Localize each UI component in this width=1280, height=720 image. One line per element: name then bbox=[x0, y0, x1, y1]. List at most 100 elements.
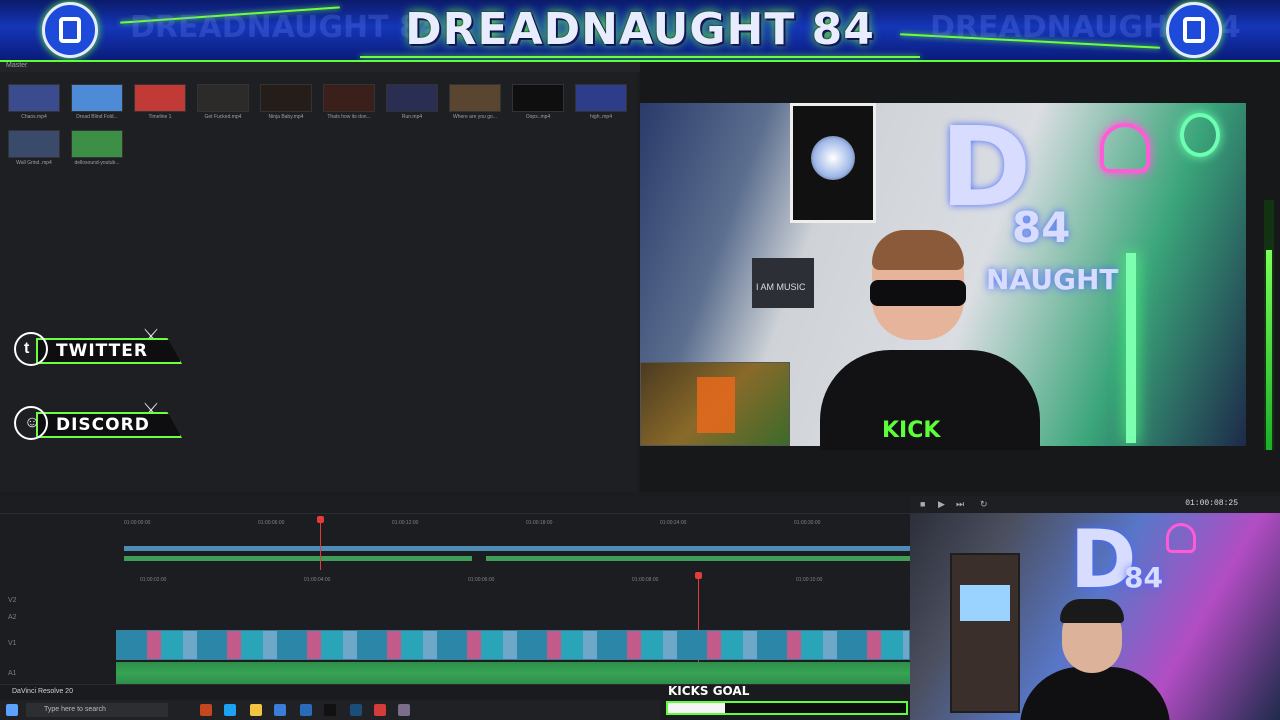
clip-name: Get Fucked.mp4 bbox=[204, 114, 242, 120]
discord-overlay: ⚔ ☺ DISCORD bbox=[14, 400, 194, 442]
clip-thumbnail[interactable] bbox=[197, 84, 249, 112]
neon-headset-icon bbox=[1100, 123, 1150, 173]
media-clip[interactable]: Chaos.mp4 bbox=[8, 84, 60, 120]
audio-level-meter bbox=[1264, 200, 1274, 450]
browser-icon[interactable] bbox=[224, 704, 236, 716]
ruler-tick-label: 01:00:04:00 bbox=[304, 577, 331, 583]
clip-name: Oops..mp4 bbox=[525, 114, 551, 120]
neon-headset-icon bbox=[1166, 523, 1196, 553]
obs-icon[interactable] bbox=[374, 704, 386, 716]
clip-thumbnail[interactable] bbox=[575, 84, 627, 112]
stream-layout: DREADNAUGHT 84 DREADNAUGHT 84 DREADNAUGH… bbox=[0, 0, 1280, 720]
track-label-v2: V2 bbox=[8, 597, 17, 604]
discord-label: DISCORD bbox=[56, 415, 150, 435]
wall-poster bbox=[790, 103, 876, 223]
clip-thumbnail[interactable] bbox=[8, 130, 60, 158]
steam-icon[interactable] bbox=[350, 704, 362, 716]
video-clip-track[interactable] bbox=[116, 630, 910, 660]
game-pip-feed bbox=[640, 362, 790, 446]
media-clip[interactable]: Where are you go... bbox=[449, 84, 501, 120]
track-label-a1: A1 bbox=[8, 670, 17, 677]
overview-playhead[interactable] bbox=[317, 516, 324, 570]
store-icon[interactable] bbox=[274, 704, 286, 716]
resolve-page-bar: DaVinci Resolve 20 bbox=[0, 684, 910, 700]
clip-thumbnail[interactable] bbox=[71, 130, 123, 158]
bin-master-label[interactable]: Master bbox=[6, 62, 27, 69]
clip-thumbnail[interactable] bbox=[260, 84, 312, 112]
clip-name: high..mp4 bbox=[590, 114, 612, 120]
media-clip[interactable]: high..mp4 bbox=[575, 84, 627, 120]
track-label-a2: A2 bbox=[8, 614, 17, 621]
shirt-logo: KICK bbox=[882, 418, 941, 443]
media-clip[interactable]: Dread Blind Fold... bbox=[71, 84, 123, 120]
streamer-figure: KICK bbox=[820, 230, 1040, 450]
channel-logo-icon bbox=[1166, 2, 1222, 58]
folder-icon[interactable] bbox=[250, 704, 262, 716]
media-clip[interactable]: Oops..mp4 bbox=[512, 84, 564, 120]
music-sign: I AM MUSIC bbox=[752, 258, 814, 308]
clip-thumbnail[interactable] bbox=[386, 84, 438, 112]
discord-icon: ☺ bbox=[14, 406, 48, 440]
clip-name: Chaos.mp4 bbox=[21, 114, 47, 120]
skip-end-icon[interactable]: ⏭ bbox=[956, 499, 964, 510]
clip-thumbnail[interactable] bbox=[323, 84, 375, 112]
stop-icon[interactable]: ■ bbox=[920, 499, 925, 509]
wall-neon-number: 84 bbox=[1124, 561, 1163, 594]
clip-thumbnail[interactable] bbox=[134, 84, 186, 112]
twitter-label: TWITTER bbox=[56, 341, 148, 361]
clip-name: Run.mp4 bbox=[401, 114, 423, 120]
overview-audio-track[interactable] bbox=[124, 556, 472, 561]
app-icon[interactable] bbox=[200, 704, 212, 716]
ruler-tick-label: 01:00:00:00 bbox=[124, 520, 151, 526]
ruler-tick-label: 01:00:10:00 bbox=[796, 577, 823, 583]
play-icon[interactable]: ▶ bbox=[938, 499, 945, 510]
windows-taskbar: Type here to search bbox=[0, 700, 660, 720]
ruler-tick-label: 01:00:02:00 bbox=[140, 577, 167, 583]
goal-label: KICKS GOAL bbox=[668, 684, 750, 698]
twitter-bird-icon: t bbox=[14, 332, 48, 366]
clip-thumbnail[interactable] bbox=[8, 84, 60, 112]
secondary-webcam-feed: D 84 bbox=[910, 513, 1280, 720]
clip-name: Thats how its don... bbox=[327, 114, 371, 120]
ruler-tick-label: 01:00:06:00 bbox=[468, 577, 495, 583]
clip-name: Timeline 1 bbox=[148, 114, 172, 120]
clip-name: Ninja Baby.mp4 bbox=[268, 114, 304, 120]
overview-audio-track[interactable] bbox=[486, 556, 910, 561]
timecode-display: 01:00:08:25 bbox=[1185, 499, 1238, 508]
arcade-cabinet bbox=[950, 553, 1020, 713]
media-clip[interactable]: Ninja Baby.mp4 bbox=[260, 84, 312, 120]
clip-name: Wall Grind..mp4 bbox=[16, 160, 52, 166]
mail-icon[interactable] bbox=[300, 704, 312, 716]
clip-name: Dread Blind Fold... bbox=[76, 114, 118, 120]
channel-logo-icon bbox=[42, 2, 98, 58]
audio-clip-track[interactable] bbox=[116, 662, 910, 684]
terminal-icon[interactable] bbox=[324, 704, 336, 716]
clip-name: Where are you go... bbox=[453, 114, 497, 120]
app-name: DaVinci Resolve 20 bbox=[12, 688, 73, 695]
clip-thumbnail[interactable] bbox=[512, 84, 564, 112]
neon-light-bar bbox=[1126, 253, 1136, 443]
media-clip[interactable]: Wall Grind..mp4 bbox=[8, 130, 60, 166]
clip-thumbnail[interactable] bbox=[71, 84, 123, 112]
media-clip[interactable]: Thats how its don... bbox=[323, 84, 375, 120]
timeline-toolbar bbox=[0, 496, 910, 514]
media-clip[interactable]: Get Fucked.mp4 bbox=[197, 84, 249, 120]
start-icon[interactable] bbox=[6, 704, 18, 716]
goal-progress-fill bbox=[668, 703, 726, 713]
blindfold bbox=[870, 280, 966, 306]
ruler-tick-label: 01:00:12:00 bbox=[392, 520, 419, 526]
media-clip[interactable]: Run.mp4 bbox=[386, 84, 438, 120]
resolve-icon[interactable] bbox=[398, 704, 410, 716]
channel-title: DREADNAUGHT 84 bbox=[405, 4, 875, 55]
track-label-v1: V1 bbox=[8, 640, 17, 647]
ruler-tick-label: 01:00:08:00 bbox=[632, 577, 659, 583]
taskbar-search-input[interactable]: Type here to search bbox=[26, 703, 168, 717]
loop-icon[interactable]: ↻ bbox=[980, 499, 988, 510]
overview-video-track[interactable] bbox=[124, 546, 910, 551]
media-clip[interactable]: Timeline 1 bbox=[134, 84, 186, 120]
media-clip[interactable]: dellosound-youtub... bbox=[71, 130, 123, 166]
ruler-tick-label: 01:00:30:00 bbox=[794, 520, 821, 526]
streamer-figure bbox=[1020, 599, 1170, 720]
ruler-tick-label: 01:00:18:00 bbox=[526, 520, 553, 526]
clip-thumbnail[interactable] bbox=[449, 84, 501, 112]
